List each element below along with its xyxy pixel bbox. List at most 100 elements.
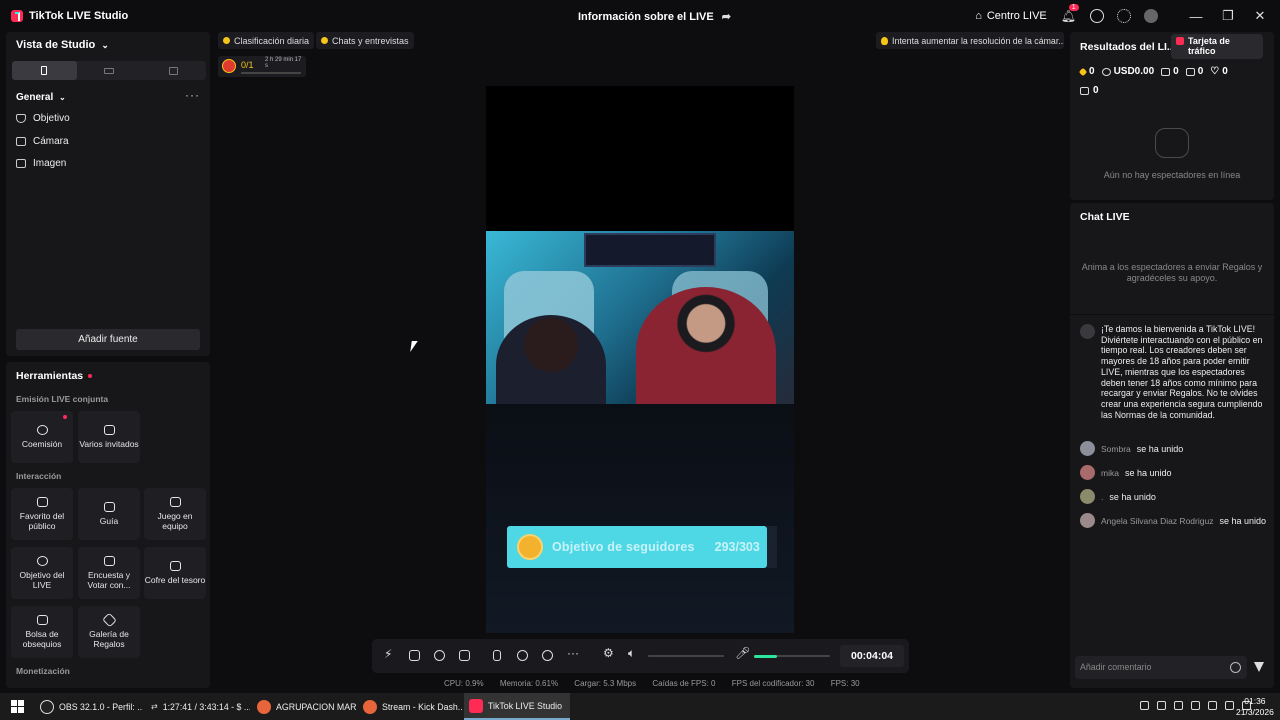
followers-value: 0 xyxy=(1197,66,1204,77)
chat-username[interactable]: Angela Silvana Diaz Rodriguz xyxy=(1101,516,1213,526)
tool-poll[interactable]: Encuesta y Votar con... xyxy=(78,547,140,599)
volume-icon[interactable] xyxy=(1225,701,1234,710)
link-icon xyxy=(36,425,48,435)
usd-value: USD0.00 xyxy=(1113,66,1155,77)
chat-prompt: Anima a los espectadores a enviar Regalo… xyxy=(1081,262,1263,283)
speaker-volume-slider[interactable] xyxy=(648,655,724,657)
settings-icon[interactable] xyxy=(1117,9,1131,23)
enhance-icon[interactable] xyxy=(434,650,445,661)
system-message-text: ¡Te damos la bienvenida a TikTok LIVE! D… xyxy=(1101,324,1263,420)
taskbar-clock[interactable]: 01:36 21/3/2026 xyxy=(1236,696,1274,718)
chat-username[interactable]: . xyxy=(1101,492,1103,502)
chevron-down-icon: ⌄ xyxy=(101,40,109,50)
chat-title: Chat LIVE xyxy=(1080,211,1130,223)
tool-audience-favorite[interactable]: Favorito del público xyxy=(11,488,73,540)
speaker-icon[interactable]: 🔈︎ xyxy=(628,646,639,660)
section-monetization: Monetización xyxy=(16,666,70,676)
target-icon[interactable] xyxy=(542,650,553,661)
portrait-icon xyxy=(41,66,48,75)
general-scene-dropdown[interactable]: General ⌄ xyxy=(16,92,66,103)
tool-gift-bag[interactable]: Bolsa de obsequios xyxy=(11,606,73,658)
tool-multi-guest[interactable]: Varios invitados xyxy=(78,411,140,463)
chats-interviews-chip[interactable]: Chats y entrevistas xyxy=(316,32,414,49)
source-item-image[interactable]: Imagen xyxy=(16,158,66,169)
clock-time: 01:36 xyxy=(1244,696,1266,706)
screen-icon[interactable] xyxy=(1174,701,1183,710)
daily-ranking-chip[interactable]: Clasificación diaria xyxy=(218,32,315,49)
close-button[interactable]: ✕ xyxy=(1244,8,1276,24)
image-icon xyxy=(16,159,26,168)
tab-portrait[interactable] xyxy=(12,61,77,80)
chat-join-text: se ha unido xyxy=(1136,443,1184,454)
live-center-button[interactable]: ⌂ Centro LIVE xyxy=(975,10,1047,22)
source-item-goal[interactable]: Objetivo xyxy=(16,113,70,124)
microphone-icon[interactable]: 🎤︎ xyxy=(735,646,750,660)
app-title: TikTok LIVE Studio xyxy=(29,10,129,22)
live-info-label: Información sobre el LIVE xyxy=(578,10,714,23)
tool-cohost[interactable]: Coemisión xyxy=(11,411,73,463)
tool-label: Bolsa de obsequios xyxy=(22,629,62,649)
tool-live-goal[interactable]: Objetivo del LIVE xyxy=(11,547,73,599)
traffic-card-button[interactable]: Tarjeta de tráfico xyxy=(1171,34,1263,59)
tool-gift-gallery[interactable]: Galería de Regalos xyxy=(78,606,140,658)
windows-start-icon[interactable] xyxy=(11,700,24,713)
gift-icon xyxy=(1080,86,1089,95)
avatar[interactable] xyxy=(1080,489,1095,504)
minimize-button[interactable]: — xyxy=(1180,9,1212,24)
ranking-widget[interactable]: 0/1 2 h 29 min 17 s xyxy=(218,56,306,77)
mixer-icon[interactable]: ⚙︎ xyxy=(603,646,614,660)
phone-icon[interactable] xyxy=(493,650,501,661)
avatar[interactable] xyxy=(1080,513,1095,528)
avatar[interactable] xyxy=(1144,9,1158,23)
chevron-up-icon[interactable] xyxy=(1140,701,1149,710)
tool-guide[interactable]: Guía xyxy=(78,488,140,540)
microphone-icon[interactable] xyxy=(1157,701,1166,710)
maximize-button[interactable]: ❐ xyxy=(1212,8,1244,24)
help-icon[interactable] xyxy=(1090,9,1104,23)
avatar[interactable] xyxy=(1080,441,1095,456)
chat-join-row: Sombra se ha unido xyxy=(1080,441,1183,456)
live-info-button[interactable]: Información sobre el LIVE ➦ xyxy=(578,10,731,24)
taskbar-item-firefox-2[interactable]: Stream - Kick Dash... xyxy=(358,693,462,720)
avatar[interactable] xyxy=(1080,465,1095,480)
app-tray-icon[interactable] xyxy=(1191,701,1200,710)
taskbar-item-firefox-1[interactable]: AGRUPACION MAR... xyxy=(252,693,356,720)
tab-dual[interactable] xyxy=(141,61,206,80)
emoji-icon[interactable] xyxy=(1230,662,1241,673)
chat-username[interactable]: mika xyxy=(1101,468,1119,478)
effects-icon[interactable] xyxy=(409,650,420,661)
tool-team-game[interactable]: Juego en equipo xyxy=(144,488,206,540)
likes-value: 0 xyxy=(1222,66,1228,77)
chat-join-row: mika se ha unido xyxy=(1080,465,1172,480)
wifi-icon[interactable] xyxy=(1208,701,1217,710)
notifications-button[interactable]: 🔔︎ 1 xyxy=(1061,4,1079,23)
gallery-icon xyxy=(101,612,117,628)
taskbar-item-obs[interactable]: OBS 32.1.0 - Perfil: ... xyxy=(35,693,143,720)
add-screen-icon[interactable] xyxy=(459,650,470,661)
rank-value: 0/1 xyxy=(241,60,254,70)
mic-volume-slider[interactable] xyxy=(754,655,830,658)
resolution-hint[interactable]: Intenta aumentar la resolución de la cám… xyxy=(876,32,1064,49)
taskbar-item-tiktok[interactable]: TikTok LIVE Studio xyxy=(464,693,570,720)
add-source-button[interactable]: Añadir fuente xyxy=(16,329,200,350)
camera-feed[interactable] xyxy=(486,231,794,404)
no-viewers-text: Aún no hay espectadores en línea xyxy=(1103,170,1241,180)
tool-label: Favorito del público xyxy=(19,511,65,531)
comment-input[interactable]: Añadir comentario xyxy=(1075,656,1247,679)
taskbar-label: Stream - Kick Dash... xyxy=(382,701,462,712)
tool-treasure-chest[interactable]: Cofre del tesoro xyxy=(144,547,206,599)
chat-username[interactable]: Sombra xyxy=(1101,444,1131,454)
filter-icon[interactable] xyxy=(1254,662,1264,672)
more-icon[interactable]: ··· xyxy=(567,646,579,660)
daily-ranking-label: Clasificación diaria xyxy=(234,35,310,46)
poll-icon xyxy=(103,556,115,566)
taskbar-item-video[interactable]: ⇄ 1:27:41 / 3:43:14 - $ ... xyxy=(146,693,250,720)
tab-landscape[interactable] xyxy=(77,61,142,80)
more-options-icon[interactable]: ··· xyxy=(185,88,200,102)
magic-wand-icon[interactable]: ⚡︎ xyxy=(384,647,395,661)
source-item-camera[interactable]: Cámara xyxy=(16,136,69,147)
record-icon[interactable] xyxy=(517,650,528,661)
tiktok-avatar xyxy=(1080,324,1095,339)
followers-metric: 0 xyxy=(1185,66,1204,77)
studio-view-dropdown[interactable]: Vista de Studio ⌄ xyxy=(16,39,109,51)
